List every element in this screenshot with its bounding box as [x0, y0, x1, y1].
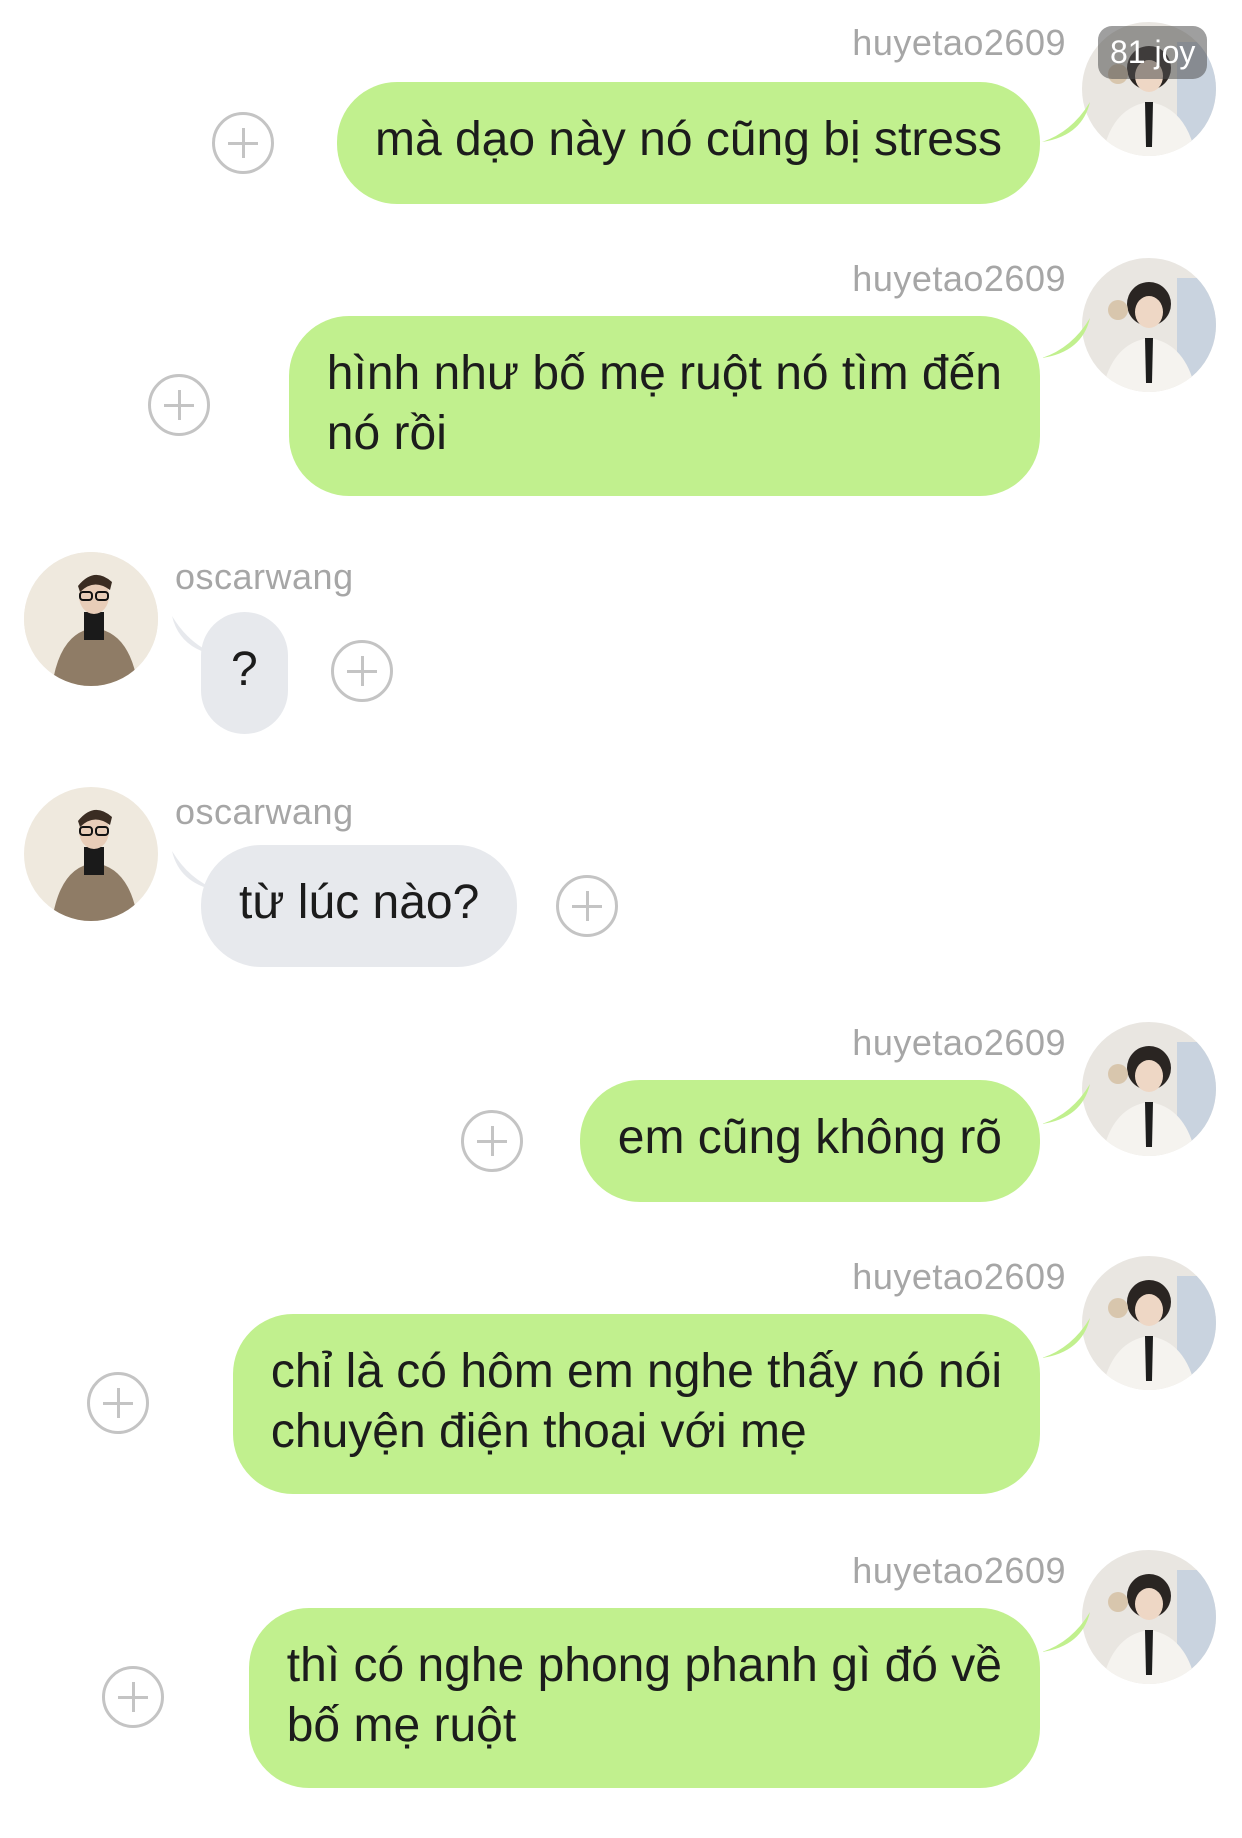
add-reaction-button[interactable] — [212, 112, 274, 174]
plus-icon — [118, 1682, 148, 1712]
message-row: oscarwang ? — [0, 552, 1242, 742]
plus-icon — [228, 128, 258, 158]
chat-thread: 81 joy huyetao2609 mà dạo này nó cũng bị… — [0, 0, 1242, 1838]
message-text-line: thì có nghe phong phanh gì đó về — [286, 1639, 1002, 1692]
avatar[interactable] — [1082, 1022, 1216, 1156]
add-reaction-button[interactable] — [461, 1110, 523, 1172]
sender-name: huyetao2609 — [852, 258, 1066, 299]
sender-name: huyetao2609 — [852, 1550, 1066, 1591]
plus-icon — [347, 656, 377, 686]
message-row: oscarwang từ lúc nào? — [0, 787, 1242, 977]
avatar[interactable] — [1082, 1256, 1216, 1390]
message-bubble[interactable]: ? — [201, 612, 288, 734]
message-bubble[interactable]: mà dạo này nó cũng bị stress — [336, 82, 1040, 204]
message-text-line: mà dạo này nó cũng bị stress — [374, 113, 1002, 166]
message-bubble[interactable]: em cũng không rõ — [579, 1080, 1040, 1202]
avatar[interactable] — [24, 787, 158, 921]
plus-icon — [164, 390, 194, 420]
sender-name: huyetao2609 — [852, 1256, 1066, 1297]
avatar[interactable] — [1082, 258, 1216, 392]
message-text-line: nó rồi — [326, 407, 447, 460]
add-reaction-button[interactable] — [556, 875, 618, 937]
message-row: huyetao2609 mà dạo này nó cũng bị stress — [0, 22, 1242, 212]
plus-icon — [477, 1126, 507, 1156]
message-text-line: chuyện điện thoại với mẹ — [270, 1405, 807, 1458]
add-reaction-button[interactable] — [331, 640, 393, 702]
plus-icon — [103, 1388, 133, 1418]
message-text-line: em cũng không rõ — [617, 1111, 1002, 1164]
plus-icon — [572, 891, 602, 921]
sender-name: huyetao2609 — [852, 1022, 1066, 1063]
points-badge: 81 joy — [1098, 26, 1208, 79]
message-row: huyetao2609 hình như bố mẹ ruột nó tìm đ… — [0, 258, 1242, 498]
sender-name: huyetao2609 — [852, 22, 1066, 63]
message-text-line: bố mẹ ruột — [286, 1699, 517, 1752]
add-reaction-button[interactable] — [87, 1372, 149, 1434]
message-bubble[interactable]: thì có nghe phong phanh gì đó về bố mẹ r… — [248, 1608, 1040, 1788]
add-reaction-button[interactable] — [148, 374, 210, 436]
message-text-line: chỉ là có hôm em nghe thấy nó nói — [270, 1345, 1002, 1398]
add-reaction-button[interactable] — [102, 1666, 164, 1728]
message-row: huyetao2609 thì có nghe phong phanh gì đ… — [0, 1550, 1242, 1790]
message-bubble[interactable]: hình như bố mẹ ruột nó tìm đến nó rồi — [288, 316, 1040, 496]
sender-name: oscarwang — [175, 791, 354, 832]
message-text-line: từ lúc nào? — [239, 876, 480, 929]
message-row: huyetao2609 em cũng không rõ — [0, 1022, 1242, 1212]
avatar[interactable] — [24, 552, 158, 686]
message-bubble[interactable]: chỉ là có hôm em nghe thấy nó nói chuyện… — [232, 1314, 1040, 1494]
message-bubble[interactable]: từ lúc nào? — [201, 845, 518, 967]
message-row: huyetao2609 chỉ là có hôm em nghe thấy n… — [0, 1256, 1242, 1496]
message-text-line: ? — [231, 643, 258, 696]
avatar[interactable] — [1082, 1550, 1216, 1684]
message-text-line: hình như bố mẹ ruột nó tìm đến — [326, 347, 1002, 400]
sender-name: oscarwang — [175, 556, 354, 597]
